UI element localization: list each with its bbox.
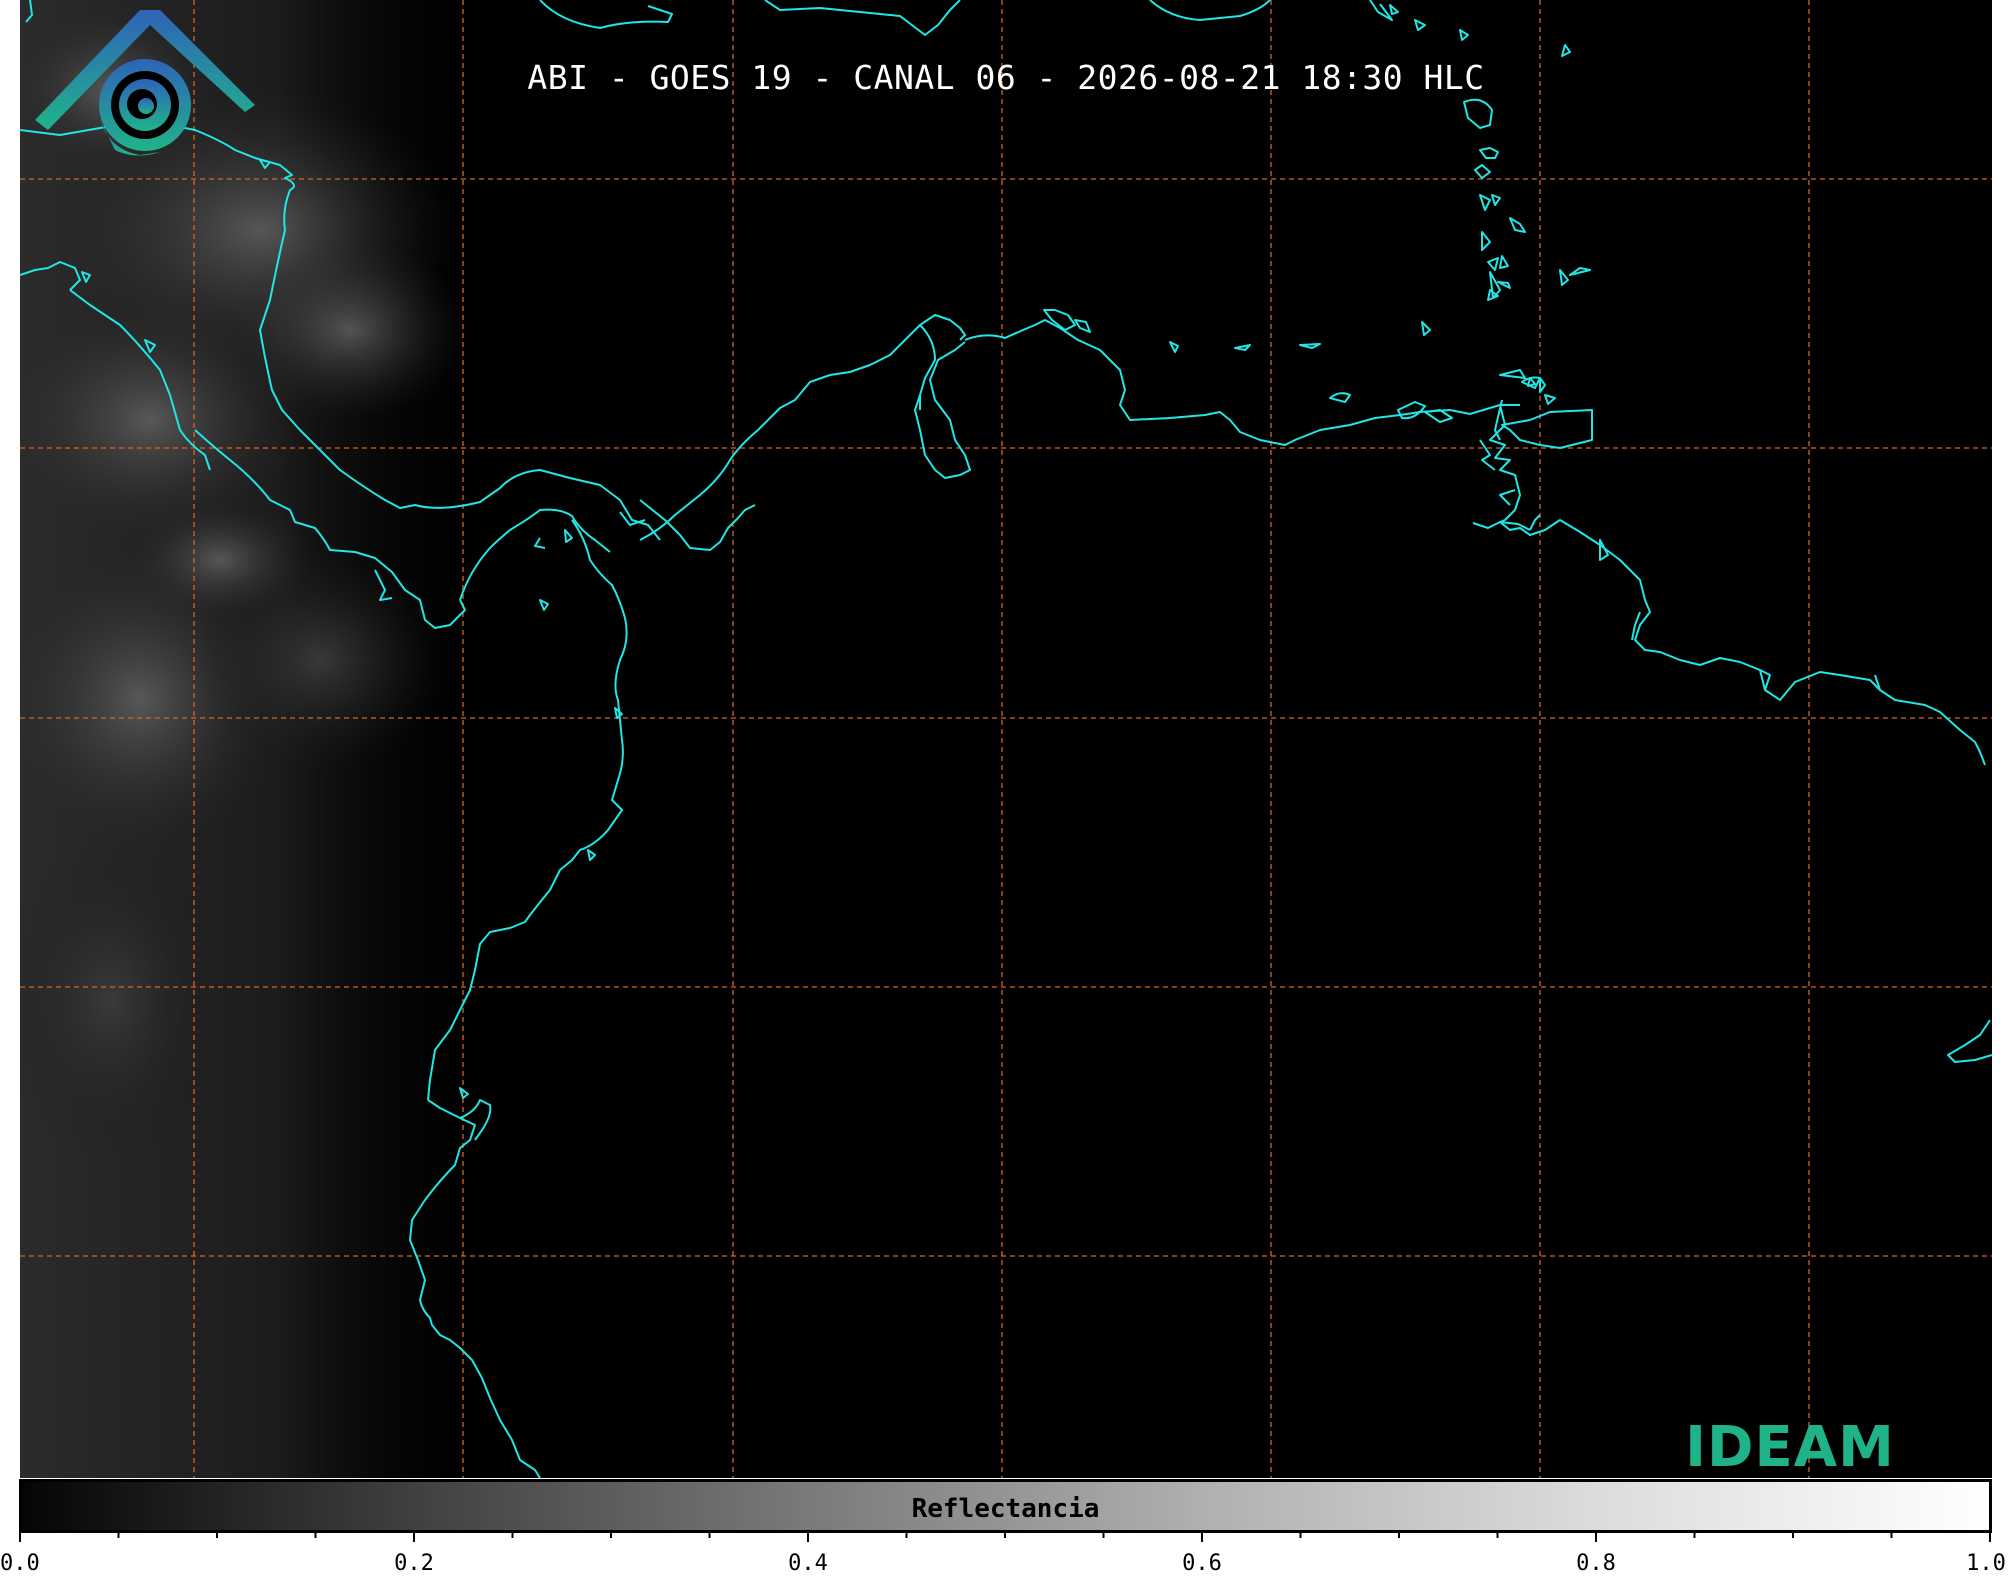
colorbar-tick-label: 1.0	[1966, 1551, 2006, 1576]
satellite-map: ABI - GOES 19 - CANAL 06 - 2026-08-21 18…	[20, 0, 1992, 1478]
map-layers	[20, 0, 1992, 1478]
ideam-logo	[35, 10, 255, 156]
ideam-logo-text: IDEAM	[1685, 1415, 1895, 1478]
colorbar-tick-label: 0.8	[1576, 1551, 1616, 1576]
colorbar-tick-label: 0.2	[394, 1551, 434, 1576]
colorbar-label: Reflectancia	[911, 1494, 1100, 1524]
colorbar: Reflectancia	[19, 1479, 1992, 1533]
colorbar-tick-label: 0.0	[0, 1551, 40, 1576]
colorbar-ticks	[19, 1530, 1991, 1542]
colorbar-tick-label: 0.4	[788, 1551, 828, 1576]
colorbar-tick-label: 0.6	[1182, 1551, 1222, 1576]
map-title: ABI - GOES 19 - CANAL 06 - 2026-08-21 18…	[527, 58, 1485, 97]
